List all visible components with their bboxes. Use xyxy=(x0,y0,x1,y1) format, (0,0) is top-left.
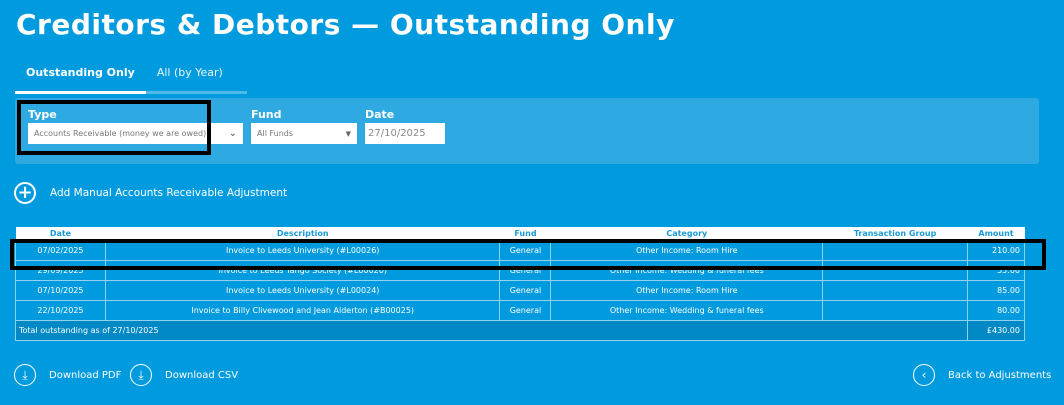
table-row[interactable]: 29/09/2025 Invoice to Leeds Tango Society… xyxy=(15,259,1025,281)
date-filter: Date 27/10/2025 xyxy=(365,108,445,144)
fund-label: Fund xyxy=(251,108,282,121)
cell-transaction-group xyxy=(822,259,968,281)
cell-amount: 55.00 xyxy=(967,259,1025,281)
download-pdf-button[interactable]: ⤓ Download PDF xyxy=(14,364,121,386)
back-to-adjustments-button[interactable]: ‹ Back to Adjustments xyxy=(913,364,1051,386)
table-row[interactable]: 07/10/2025 Invoice to Leeds University (#… xyxy=(15,279,1025,301)
cell-amount: 85.00 xyxy=(967,279,1025,301)
col-amount[interactable]: Amount xyxy=(967,227,1025,240)
cell-amount: 210.00 xyxy=(967,239,1025,261)
date-input[interactable]: 27/10/2025 xyxy=(365,123,445,144)
tab-outstanding-only[interactable]: Outstanding Only xyxy=(15,64,146,94)
col-fund[interactable]: Fund xyxy=(499,227,551,240)
cell-fund: General xyxy=(499,259,552,281)
chevron-left-icon: ‹ xyxy=(913,364,935,386)
tab-bar: Outstanding Only All (by Year) xyxy=(15,64,247,94)
download-icon: ⤓ xyxy=(130,364,152,386)
fund-select[interactable]: All Funds ▼ xyxy=(251,123,357,144)
chevron-down-icon: ⌄ xyxy=(228,128,237,139)
cell-fund: General xyxy=(499,239,552,261)
cell-transaction-group xyxy=(822,239,968,261)
type-filter: Type Accounts Receivable (money we are o… xyxy=(28,108,243,144)
cell-date: 07/02/2025 xyxy=(15,239,106,261)
col-category[interactable]: Category xyxy=(550,227,823,240)
table-header: Date Description Fund Category Transacti… xyxy=(15,227,1025,240)
download-icon: ⤓ xyxy=(14,364,36,386)
outstanding-table: Date Description Fund Category Transacti… xyxy=(15,227,1025,341)
cell-description: Invoice to Billy Clivewood and Jean Alde… xyxy=(104,299,501,321)
download-pdf-label: Download PDF xyxy=(49,369,122,381)
fund-value: All Funds xyxy=(257,129,294,138)
table-row[interactable]: 22/10/2025 Invoice to Billy Clivewood and… xyxy=(15,299,1025,321)
add-adjustment-button[interactable]: + Add Manual Accounts Receivable Adjustm… xyxy=(14,182,287,204)
cell-description: Invoice to Leeds University (#L00024) xyxy=(104,279,501,301)
page-title: Creditors & Debtors — Outstanding Only xyxy=(16,8,675,41)
filter-panel: Type Accounts Receivable (money we are o… xyxy=(15,98,1039,164)
fund-filter: Fund All Funds ▼ xyxy=(251,108,357,144)
cell-fund: General xyxy=(499,279,552,301)
cell-transaction-group xyxy=(822,299,968,321)
cell-date: 29/09/2025 xyxy=(15,259,106,281)
type-label: Type xyxy=(28,108,57,121)
cell-category: Other Income: Room Hire xyxy=(550,279,824,301)
col-description[interactable]: Description xyxy=(105,227,500,240)
cell-category: Other Income: Wedding & funeral fees xyxy=(550,259,824,281)
add-adjustment-label: Add Manual Accounts Receivable Adjustmen… xyxy=(50,187,288,199)
cell-date: 07/10/2025 xyxy=(15,279,106,301)
date-label: Date xyxy=(365,108,395,121)
table-row[interactable]: 07/02/2025 Invoice to Leeds University (#… xyxy=(15,239,1025,261)
cell-fund: General xyxy=(499,299,552,321)
cell-description: Invoice to Leeds University (#L00026) xyxy=(104,239,501,261)
cell-amount: 80.00 xyxy=(967,299,1025,321)
download-csv-label: Download CSV xyxy=(165,369,239,381)
download-csv-button[interactable]: ⤓ Download CSV xyxy=(130,364,238,386)
back-label: Back to Adjustments xyxy=(948,369,1052,381)
cell-category: Other Income: Room Hire xyxy=(550,239,824,261)
cell-description: Invoice to Leeds Tango Society (#L00020) xyxy=(104,259,501,281)
type-value: Accounts Receivable (money we are owed) xyxy=(34,129,207,138)
caret-down-icon: ▼ xyxy=(345,129,351,138)
total-label: Total outstanding as of 27/10/2025 xyxy=(15,319,968,341)
cell-date: 22/10/2025 xyxy=(15,299,106,321)
plus-circle-icon: + xyxy=(14,182,36,204)
col-transaction-group[interactable]: Transaction Group xyxy=(822,227,968,240)
col-date[interactable]: Date xyxy=(15,227,106,240)
total-row: Total outstanding as of 27/10/2025 £430.0… xyxy=(15,319,1025,341)
cell-transaction-group xyxy=(822,279,968,301)
tab-all-by-year[interactable]: All (by Year) xyxy=(145,64,247,94)
type-select[interactable]: Accounts Receivable (money we are owed) ⌄ xyxy=(28,123,243,144)
total-value: £430.00 xyxy=(967,319,1025,341)
cell-category: Other Income: Wedding & funeral fees xyxy=(550,299,824,321)
